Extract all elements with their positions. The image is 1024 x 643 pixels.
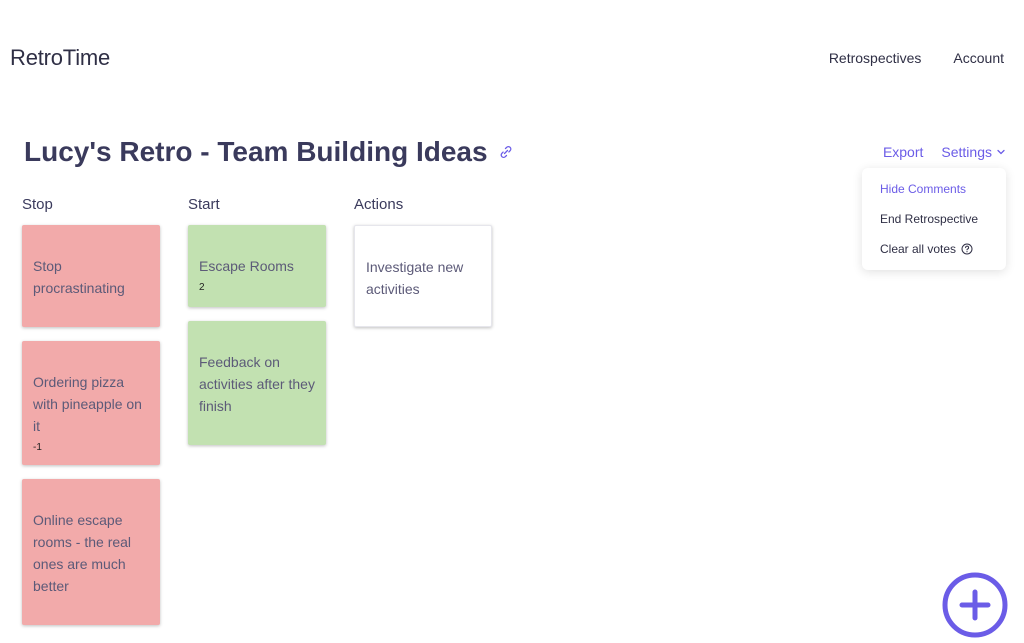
column-actions: Actions Investigate new activities xyxy=(354,196,494,341)
chevron-down-icon xyxy=(997,149,1005,155)
column-start: Start Escape Rooms 2 Feedback on activit… xyxy=(188,196,328,459)
top-nav: Retrospectives Account xyxy=(829,50,1004,66)
brand-logo[interactable]: RetroTime xyxy=(10,45,110,71)
clear-all-votes-item[interactable]: Clear all votes xyxy=(862,234,1006,264)
column-stop: Stop Stop procrastinating Ordering pizza… xyxy=(22,196,162,639)
clear-all-votes-label: Clear all votes xyxy=(880,242,957,256)
page-title-row: Lucy's Retro - Team Building Ideas xyxy=(24,136,514,168)
card-text: Online escape rooms - the real ones are … xyxy=(33,512,132,594)
settings-label: Settings xyxy=(941,144,992,160)
export-button[interactable]: Export xyxy=(883,144,923,160)
hide-comments-item[interactable]: Hide Comments xyxy=(862,174,1006,204)
column-title: Start xyxy=(188,196,220,213)
plus-circle-icon[interactable] xyxy=(942,572,1008,638)
retro-board-app: RetroTime Retrospectives Account Lucy's … xyxy=(0,0,1024,643)
card-text: Escape Rooms xyxy=(199,258,294,274)
card-vote-count: 2 xyxy=(199,282,205,293)
card[interactable]: Investigate new activities xyxy=(354,225,492,327)
help-circle-icon[interactable] xyxy=(961,243,973,255)
card[interactable]: Online escape rooms - the real ones are … xyxy=(22,479,160,625)
card-vote-count: -1 xyxy=(33,442,42,453)
column-title: Stop xyxy=(22,196,53,213)
end-retrospective-item[interactable]: End Retrospective xyxy=(862,204,1006,234)
link-icon[interactable] xyxy=(498,144,514,160)
card-text: Ordering pizza with pineapple on it xyxy=(33,374,142,434)
nav-retrospectives-link[interactable]: Retrospectives xyxy=(829,50,922,66)
card[interactable]: Stop procrastinating xyxy=(22,225,160,327)
page-title: Lucy's Retro - Team Building Ideas xyxy=(24,136,488,167)
card-text: Stop procrastinating xyxy=(33,258,125,296)
settings-dropdown: Hide Comments End Retrospective Clear al… xyxy=(862,168,1006,270)
card-text: Investigate new activities xyxy=(366,259,464,297)
card[interactable]: Feedback on activities after they finish xyxy=(188,321,326,445)
settings-button[interactable]: Settings xyxy=(941,144,1006,160)
card-text: Feedback on activities after they finish xyxy=(199,354,315,414)
column-title: Actions xyxy=(354,196,404,213)
card[interactable]: Ordering pizza with pineapple on it -1 xyxy=(22,341,160,465)
nav-account-link[interactable]: Account xyxy=(953,50,1004,66)
header-actions: Export Settings xyxy=(883,144,1006,160)
card[interactable]: Escape Rooms 2 xyxy=(188,225,326,307)
